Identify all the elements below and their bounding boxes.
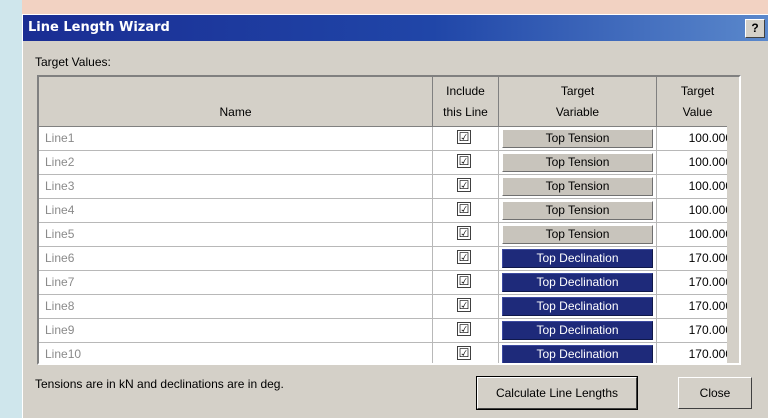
include-cell: ☑ [433, 199, 499, 223]
include-line-checkbox[interactable]: ☑ [457, 202, 471, 216]
table-row: Line7 ☑ Top Declination 170.000 [39, 271, 739, 295]
table-row: Line2 ☑ Top Tension 100.000 [39, 151, 739, 175]
include-cell: ☑ [433, 271, 499, 295]
include-line-checkbox[interactable]: ☑ [457, 274, 471, 288]
target-variable-cell: Top Tension [499, 223, 657, 247]
table-row: Line1 ☑ Top Tension 100.000 [39, 127, 739, 151]
line-name-cell[interactable]: Line9 [39, 319, 433, 343]
target-variable-dropdown[interactable]: Top Declination [502, 345, 653, 363]
table-row: Line5 ☑ Top Tension 100.000 [39, 223, 739, 247]
target-values-label: Target Values: [35, 55, 111, 69]
line-name-cell[interactable]: Line4 [39, 199, 433, 223]
target-variable-cell: Top Declination [499, 319, 657, 343]
units-note: Tensions are in kN and declinations are … [35, 377, 284, 391]
include-cell: ☑ [433, 151, 499, 175]
target-variable-cell: Top Tension [499, 127, 657, 151]
include-line-checkbox[interactable]: ☑ [457, 322, 471, 336]
target-variable-dropdown[interactable]: Top Declination [502, 249, 653, 268]
include-cell: ☑ [433, 127, 499, 151]
column-header-include[interactable]: Include this Line [433, 77, 499, 127]
target-variable-cell: Top Tension [499, 199, 657, 223]
include-cell: ☑ [433, 343, 499, 363]
include-line-checkbox[interactable]: ☑ [457, 226, 471, 240]
column-header-name[interactable]: Name [39, 77, 433, 127]
line-name-cell[interactable]: Line1 [39, 127, 433, 151]
line-name-cell[interactable]: Line5 [39, 223, 433, 247]
target-variable-cell: Top Declination [499, 271, 657, 295]
line-name-cell[interactable]: Line2 [39, 151, 433, 175]
title-bar[interactable]: Line Length Wizard ? [23, 15, 768, 41]
target-variable-dropdown[interactable]: Top Tension [502, 201, 653, 220]
include-line-checkbox[interactable]: ☑ [457, 130, 471, 144]
target-variable-cell: Top Declination [499, 343, 657, 363]
target-variable-cell: Top Tension [499, 175, 657, 199]
include-cell: ☑ [433, 295, 499, 319]
include-cell: ☑ [433, 223, 499, 247]
include-cell: ☑ [433, 247, 499, 271]
table-row: Line4 ☑ Top Tension 100.000 [39, 199, 739, 223]
table-row: Line6 ☑ Top Declination 170.000 [39, 247, 739, 271]
window-title: Line Length Wizard [28, 20, 170, 35]
include-line-checkbox[interactable]: ☑ [457, 250, 471, 264]
line-name-cell[interactable]: Line10 [39, 343, 433, 363]
line-name-cell[interactable]: Line7 [39, 271, 433, 295]
grid-vertical-scrollbar[interactable] [727, 77, 739, 363]
include-cell: ☑ [433, 319, 499, 343]
target-variable-cell: Top Declination [499, 295, 657, 319]
line-name-cell[interactable]: Line3 [39, 175, 433, 199]
target-variable-cell: Top Tension [499, 151, 657, 175]
column-header-target-variable[interactable]: Target Variable [499, 77, 657, 127]
target-variable-dropdown[interactable]: Top Tension [502, 225, 653, 244]
target-variable-dropdown[interactable]: Top Declination [502, 297, 653, 316]
target-variable-dropdown[interactable]: Top Tension [502, 153, 653, 172]
background-strip [0, 0, 22, 418]
help-button[interactable]: ? [745, 19, 765, 38]
target-variable-dropdown[interactable]: Top Tension [502, 177, 653, 196]
table-row: Line10 ☑ Top Declination 170.000 [39, 343, 739, 363]
line-name-cell[interactable]: Line6 [39, 247, 433, 271]
target-variable-dropdown[interactable]: Top Declination [502, 273, 653, 292]
line-length-wizard-dialog: Line Length Wizard ? Target Values: Name… [22, 14, 768, 418]
include-line-checkbox[interactable]: ☑ [457, 154, 471, 168]
include-cell: ☑ [433, 175, 499, 199]
close-button[interactable]: Close [678, 377, 752, 409]
line-name-cell[interactable]: Line8 [39, 295, 433, 319]
target-variable-dropdown[interactable]: Top Declination [502, 321, 653, 340]
include-line-checkbox[interactable]: ☑ [457, 346, 471, 360]
include-line-checkbox[interactable]: ☑ [457, 178, 471, 192]
target-variable-dropdown[interactable]: Top Tension [502, 129, 653, 148]
target-values-grid: Name Include this Line Target Variable T… [37, 75, 741, 365]
table-row: Line3 ☑ Top Tension 100.000 [39, 175, 739, 199]
include-line-checkbox[interactable]: ☑ [457, 298, 471, 312]
target-variable-cell: Top Declination [499, 247, 657, 271]
table-row: Line8 ☑ Top Declination 170.000 [39, 295, 739, 319]
table-row: Line9 ☑ Top Declination 170.000 [39, 319, 739, 343]
calculate-line-lengths-button[interactable]: Calculate Line Lengths [476, 376, 638, 410]
